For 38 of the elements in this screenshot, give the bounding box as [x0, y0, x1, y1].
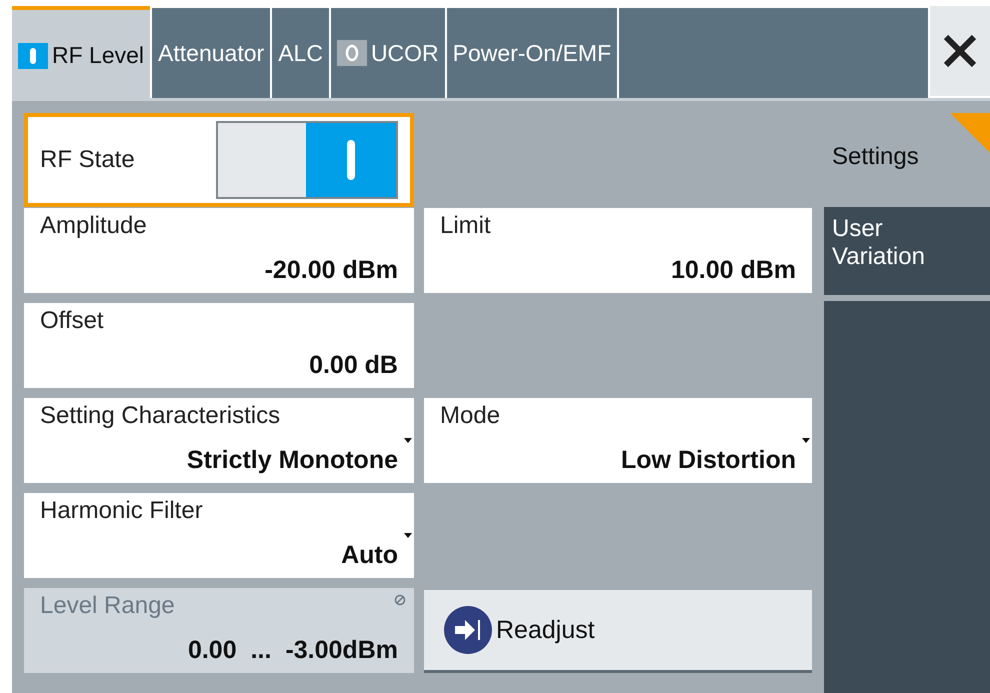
field-value: 10.00 dBm	[670, 256, 796, 285]
field-value: Strictly Monotone	[186, 446, 398, 475]
field-label: Harmonic Filter	[40, 497, 204, 525]
field-label: RF State	[40, 146, 135, 174]
field-label: Limit	[440, 212, 492, 240]
toggle-switch[interactable]	[216, 121, 398, 199]
field-label: Level Range	[40, 592, 176, 620]
close-icon	[943, 34, 977, 68]
dropdown-field[interactable]: Setting Characteristics Strictly Monotone	[24, 398, 414, 483]
dropdown-field[interactable]: Harmonic Filter Auto	[24, 493, 414, 578]
side-tab[interactable]: User Variation	[824, 207, 990, 295]
field-value: Auto	[341, 541, 398, 570]
field-value: 0.00 dB	[309, 351, 398, 380]
field-label: Amplitude	[40, 212, 148, 240]
caret-icon	[404, 438, 412, 443]
range-to: -3.00dBm	[285, 636, 398, 665]
tab[interactable]: ALC	[272, 8, 329, 98]
disabled-icon	[394, 594, 406, 606]
corner-marker-icon	[950, 113, 990, 153]
caret-icon	[404, 533, 412, 538]
tab[interactable]: Attenuator	[152, 8, 270, 98]
range-from: 0.00	[188, 636, 237, 665]
dropdown-field[interactable]: Mode Low Distortion	[424, 398, 812, 483]
range-dots: ...	[250, 636, 272, 665]
field-label: Setting Characteristics	[40, 402, 282, 430]
value-field[interactable]: Limit 10.00 dBm	[424, 208, 812, 293]
field-value: Low Distortion	[621, 446, 796, 475]
readjust-button[interactable]: Readjust	[424, 590, 812, 673]
field-label: Mode	[440, 402, 502, 430]
value-field[interactable]: Amplitude -20.00 dBm	[24, 208, 414, 293]
tab[interactable]: Power-On/EMF	[446, 8, 618, 98]
caret-icon	[802, 438, 810, 443]
value-field[interactable]: Offset 0.00 dB	[24, 303, 414, 388]
tab[interactable]: RF Level	[12, 6, 150, 101]
field-value: -20.00 dBm	[264, 256, 398, 285]
field-label: Offset	[40, 307, 105, 335]
tab[interactable]: UCOR	[330, 8, 445, 98]
close-button[interactable]	[930, 6, 990, 96]
